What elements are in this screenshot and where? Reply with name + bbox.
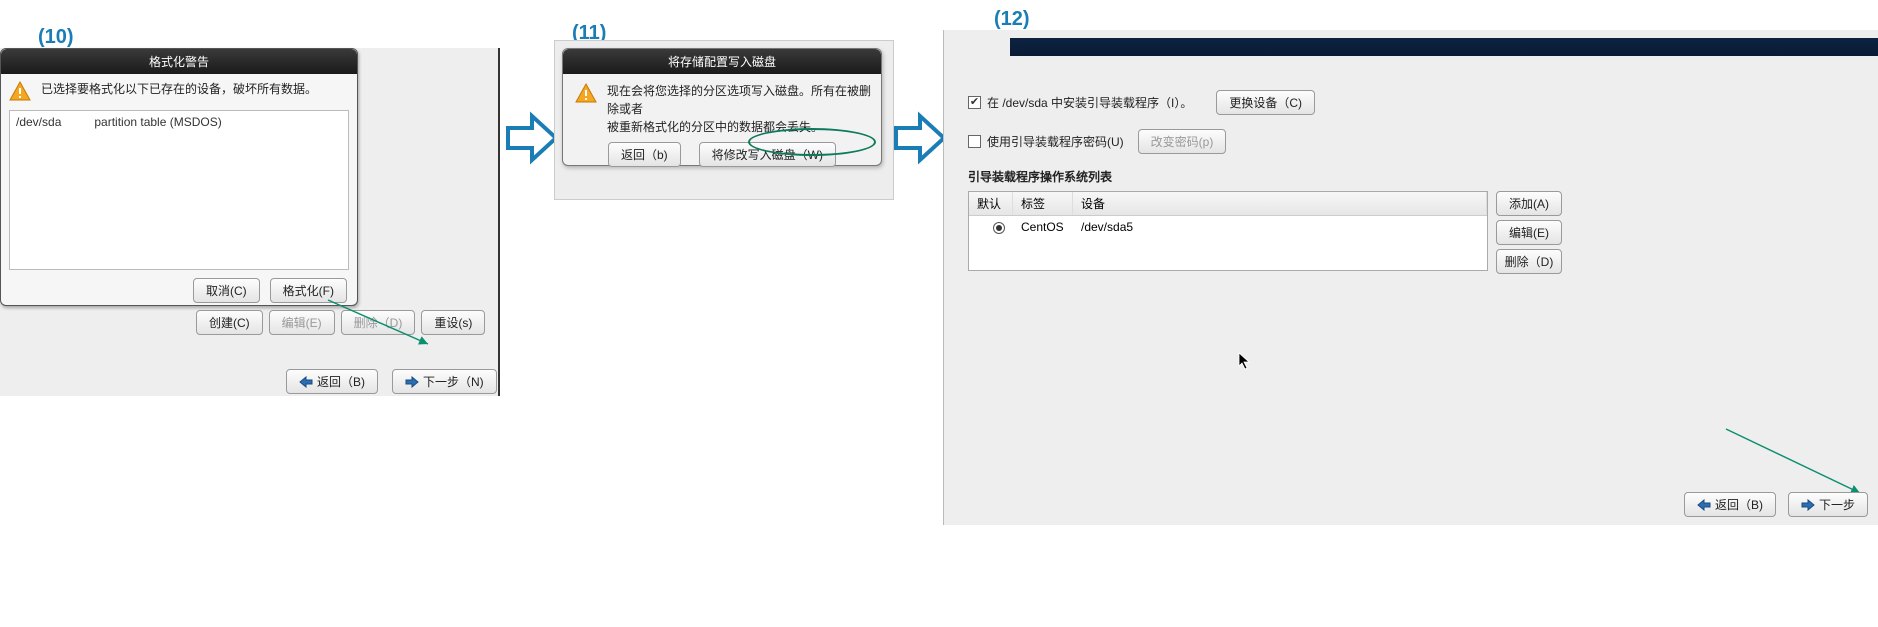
dialog10-title: 格式化警告 xyxy=(1,49,357,74)
add-os-button[interactable]: 添加(A) xyxy=(1496,191,1562,216)
device-desc: partition table (MSDOS) xyxy=(94,115,221,129)
arrow-left-icon xyxy=(1697,499,1711,511)
row-device: /dev/sda5 xyxy=(1081,220,1479,234)
msg-line2: 被重新格式化的分区中的数据都会丢失。 xyxy=(607,118,871,136)
warning-icon xyxy=(7,80,33,104)
step-label-12: (12) xyxy=(994,8,1030,31)
change-device-button[interactable]: 更换设备（C) xyxy=(1216,90,1315,115)
dialog10-device-list: /dev/sda partition table (MSDOS) xyxy=(9,110,349,270)
flow-arrow-1 xyxy=(504,110,560,166)
chk2-label: 使用引导装载程序密码(U) xyxy=(987,133,1124,150)
annotation-arrow-2 xyxy=(1720,423,1870,503)
row-label: CentOS xyxy=(1021,220,1081,234)
next-button-10[interactable]: 下一步（N) xyxy=(392,369,497,394)
bootloader-config-panel: 在 /dev/sda 中安装引导装载程序（I）。 更换设备（C) 使用引导装载程… xyxy=(943,30,1878,525)
back-label-12: 返回（B) xyxy=(1715,496,1763,513)
device-name: /dev/sda xyxy=(16,115,91,129)
cursor-icon xyxy=(1238,352,1252,370)
back-label: 返回（B) xyxy=(317,373,365,390)
format-warning-dialog: 格式化警告 已选择要格式化以下已存在的设备，破坏所有数据。 /dev/sda p… xyxy=(0,48,358,306)
back-button-10[interactable]: 返回（B) xyxy=(286,369,378,394)
os-side-buttons: 添加(A) 编辑(E) 删除（D) xyxy=(1496,191,1562,274)
arrow-left-icon xyxy=(299,376,313,388)
use-password-checkbox[interactable] xyxy=(968,135,981,148)
cancel-button[interactable]: 取消(C) xyxy=(193,278,260,303)
os-list-label: 引导装载程序操作系统列表 xyxy=(968,168,1878,185)
th-default: 默认 xyxy=(969,192,1013,215)
default-radio[interactable] xyxy=(993,222,1005,234)
dialog11-back-button[interactable]: 返回（b) xyxy=(608,142,681,167)
dialog11-message: 现在会将您选择的分区选项写入磁盘。所有在被删除或者 被重新格式化的分区中的数据都… xyxy=(607,82,871,136)
warning-icon xyxy=(573,82,599,106)
nav-row-10: 返回（B) 下一步（N) xyxy=(286,369,497,394)
delete-os-button[interactable]: 删除（D) xyxy=(1496,249,1562,274)
change-password-button: 改变密码(p) xyxy=(1138,129,1227,154)
dialog11-title: 将存储配置写入磁盘 xyxy=(563,49,881,74)
os-table-header: 默认 标签 设备 xyxy=(969,192,1487,216)
bootloader-password-row: 使用引导装载程序密码(U) 改变密码(p) xyxy=(968,129,1878,154)
flow-arrow-2 xyxy=(892,110,948,166)
chk1-mid: /dev/sda 中安装引导装载程序（I）。 xyxy=(1002,96,1192,110)
arrow-right-icon xyxy=(405,376,419,388)
table-row[interactable]: CentOS /dev/sda5 xyxy=(969,216,1487,238)
chk1-label: 在 /dev/sda 中安装引导装载程序（I）。 xyxy=(987,94,1192,111)
dialog10-message: 已选择要格式化以下已存在的设备，破坏所有数据。 xyxy=(41,80,317,104)
edit-os-button[interactable]: 编辑(E) xyxy=(1496,220,1562,245)
arrow-right-icon xyxy=(1801,499,1815,511)
create-button[interactable]: 创建(C) xyxy=(196,310,263,335)
msg-line1: 现在会将您选择的分区选项写入磁盘。所有在被删除或者 xyxy=(607,82,871,118)
write-to-disk-button[interactable]: 将修改写入磁盘（W) xyxy=(699,142,836,167)
write-to-disk-dialog: 将存储配置写入磁盘 现在会将您选择的分区选项写入磁盘。所有在被删除或者 被重新格… xyxy=(562,48,882,166)
next-label-12: 下一步 xyxy=(1819,496,1855,513)
top-band xyxy=(1010,38,1878,56)
next-button-12[interactable]: 下一步 xyxy=(1788,492,1868,517)
th-label: 标签 xyxy=(1013,192,1073,215)
next-label: 下一步（N) xyxy=(423,373,484,390)
install-bootloader-row: 在 /dev/sda 中安装引导装载程序（I）。 更换设备（C) xyxy=(968,90,1878,115)
os-table: 默认 标签 设备 CentOS /dev/sda5 xyxy=(968,191,1488,271)
chk1-prefix: 在 xyxy=(987,96,1002,110)
annotation-arrow-1 xyxy=(320,296,440,352)
th-device: 设备 xyxy=(1073,192,1487,215)
back-button-12[interactable]: 返回（B) xyxy=(1684,492,1776,517)
install-bootloader-checkbox[interactable] xyxy=(968,96,981,109)
step-label-10: (10) xyxy=(38,26,74,49)
